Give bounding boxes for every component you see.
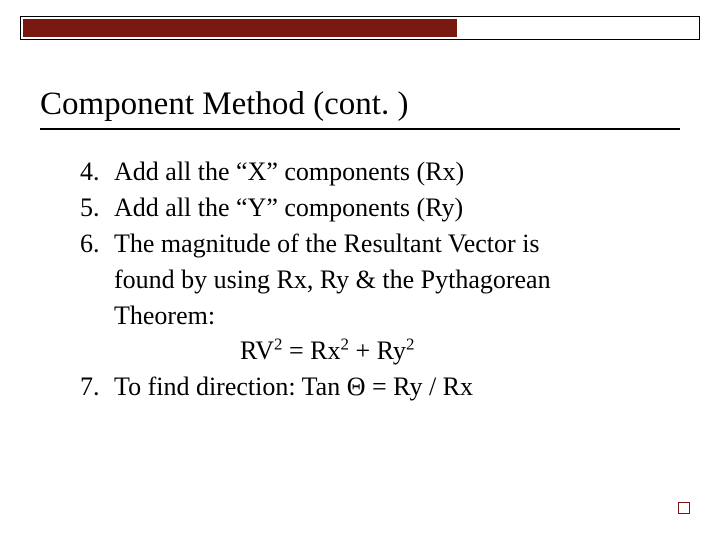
- list-item: 7. To find direction: Tan Θ = Ry / Rx: [80, 369, 660, 405]
- corner-square-icon: [678, 502, 690, 514]
- item-text: The magnitude of the Resultant Vector is: [114, 226, 540, 262]
- slide-title: Component Method (cont. ): [40, 86, 408, 122]
- progress-bar-fill: [23, 19, 457, 37]
- eq-sup: 2: [341, 335, 349, 354]
- item-text: Add all the “Y” components (Ry): [114, 190, 463, 226]
- item-text: To find direction: Tan Θ = Ry / Rx: [114, 369, 473, 405]
- item-number: 7.: [80, 369, 114, 405]
- item-text-cont: Theorem:: [80, 298, 660, 334]
- eq-term: = Rx: [283, 336, 341, 365]
- title-underline: [40, 128, 680, 130]
- eq-term: RV: [240, 336, 274, 365]
- item-number: 5.: [80, 190, 114, 226]
- list-item: 5. Add all the “Y” components (Ry): [80, 190, 660, 226]
- progress-bar-frame: [20, 16, 700, 40]
- list-item: 4. Add all the “X” components (Rx): [80, 154, 660, 190]
- slide-body: 4. Add all the “X” components (Rx) 5. Ad…: [80, 154, 660, 405]
- item-number: 6.: [80, 226, 114, 262]
- item-number: 4.: [80, 154, 114, 190]
- eq-sup: 2: [274, 335, 282, 354]
- item-text: Add all the “X” components (Rx): [114, 154, 464, 190]
- slide: Component Method (cont. ) 4. Add all the…: [0, 0, 720, 540]
- eq-term: + Ry: [349, 336, 406, 365]
- list-item: 6. The magnitude of the Resultant Vector…: [80, 226, 660, 262]
- eq-sup: 2: [406, 335, 414, 354]
- item-text-cont: found by using Rx, Ry & the Pythagorean: [80, 262, 660, 298]
- equation: RV2 = Rx2 + Ry2: [80, 333, 660, 369]
